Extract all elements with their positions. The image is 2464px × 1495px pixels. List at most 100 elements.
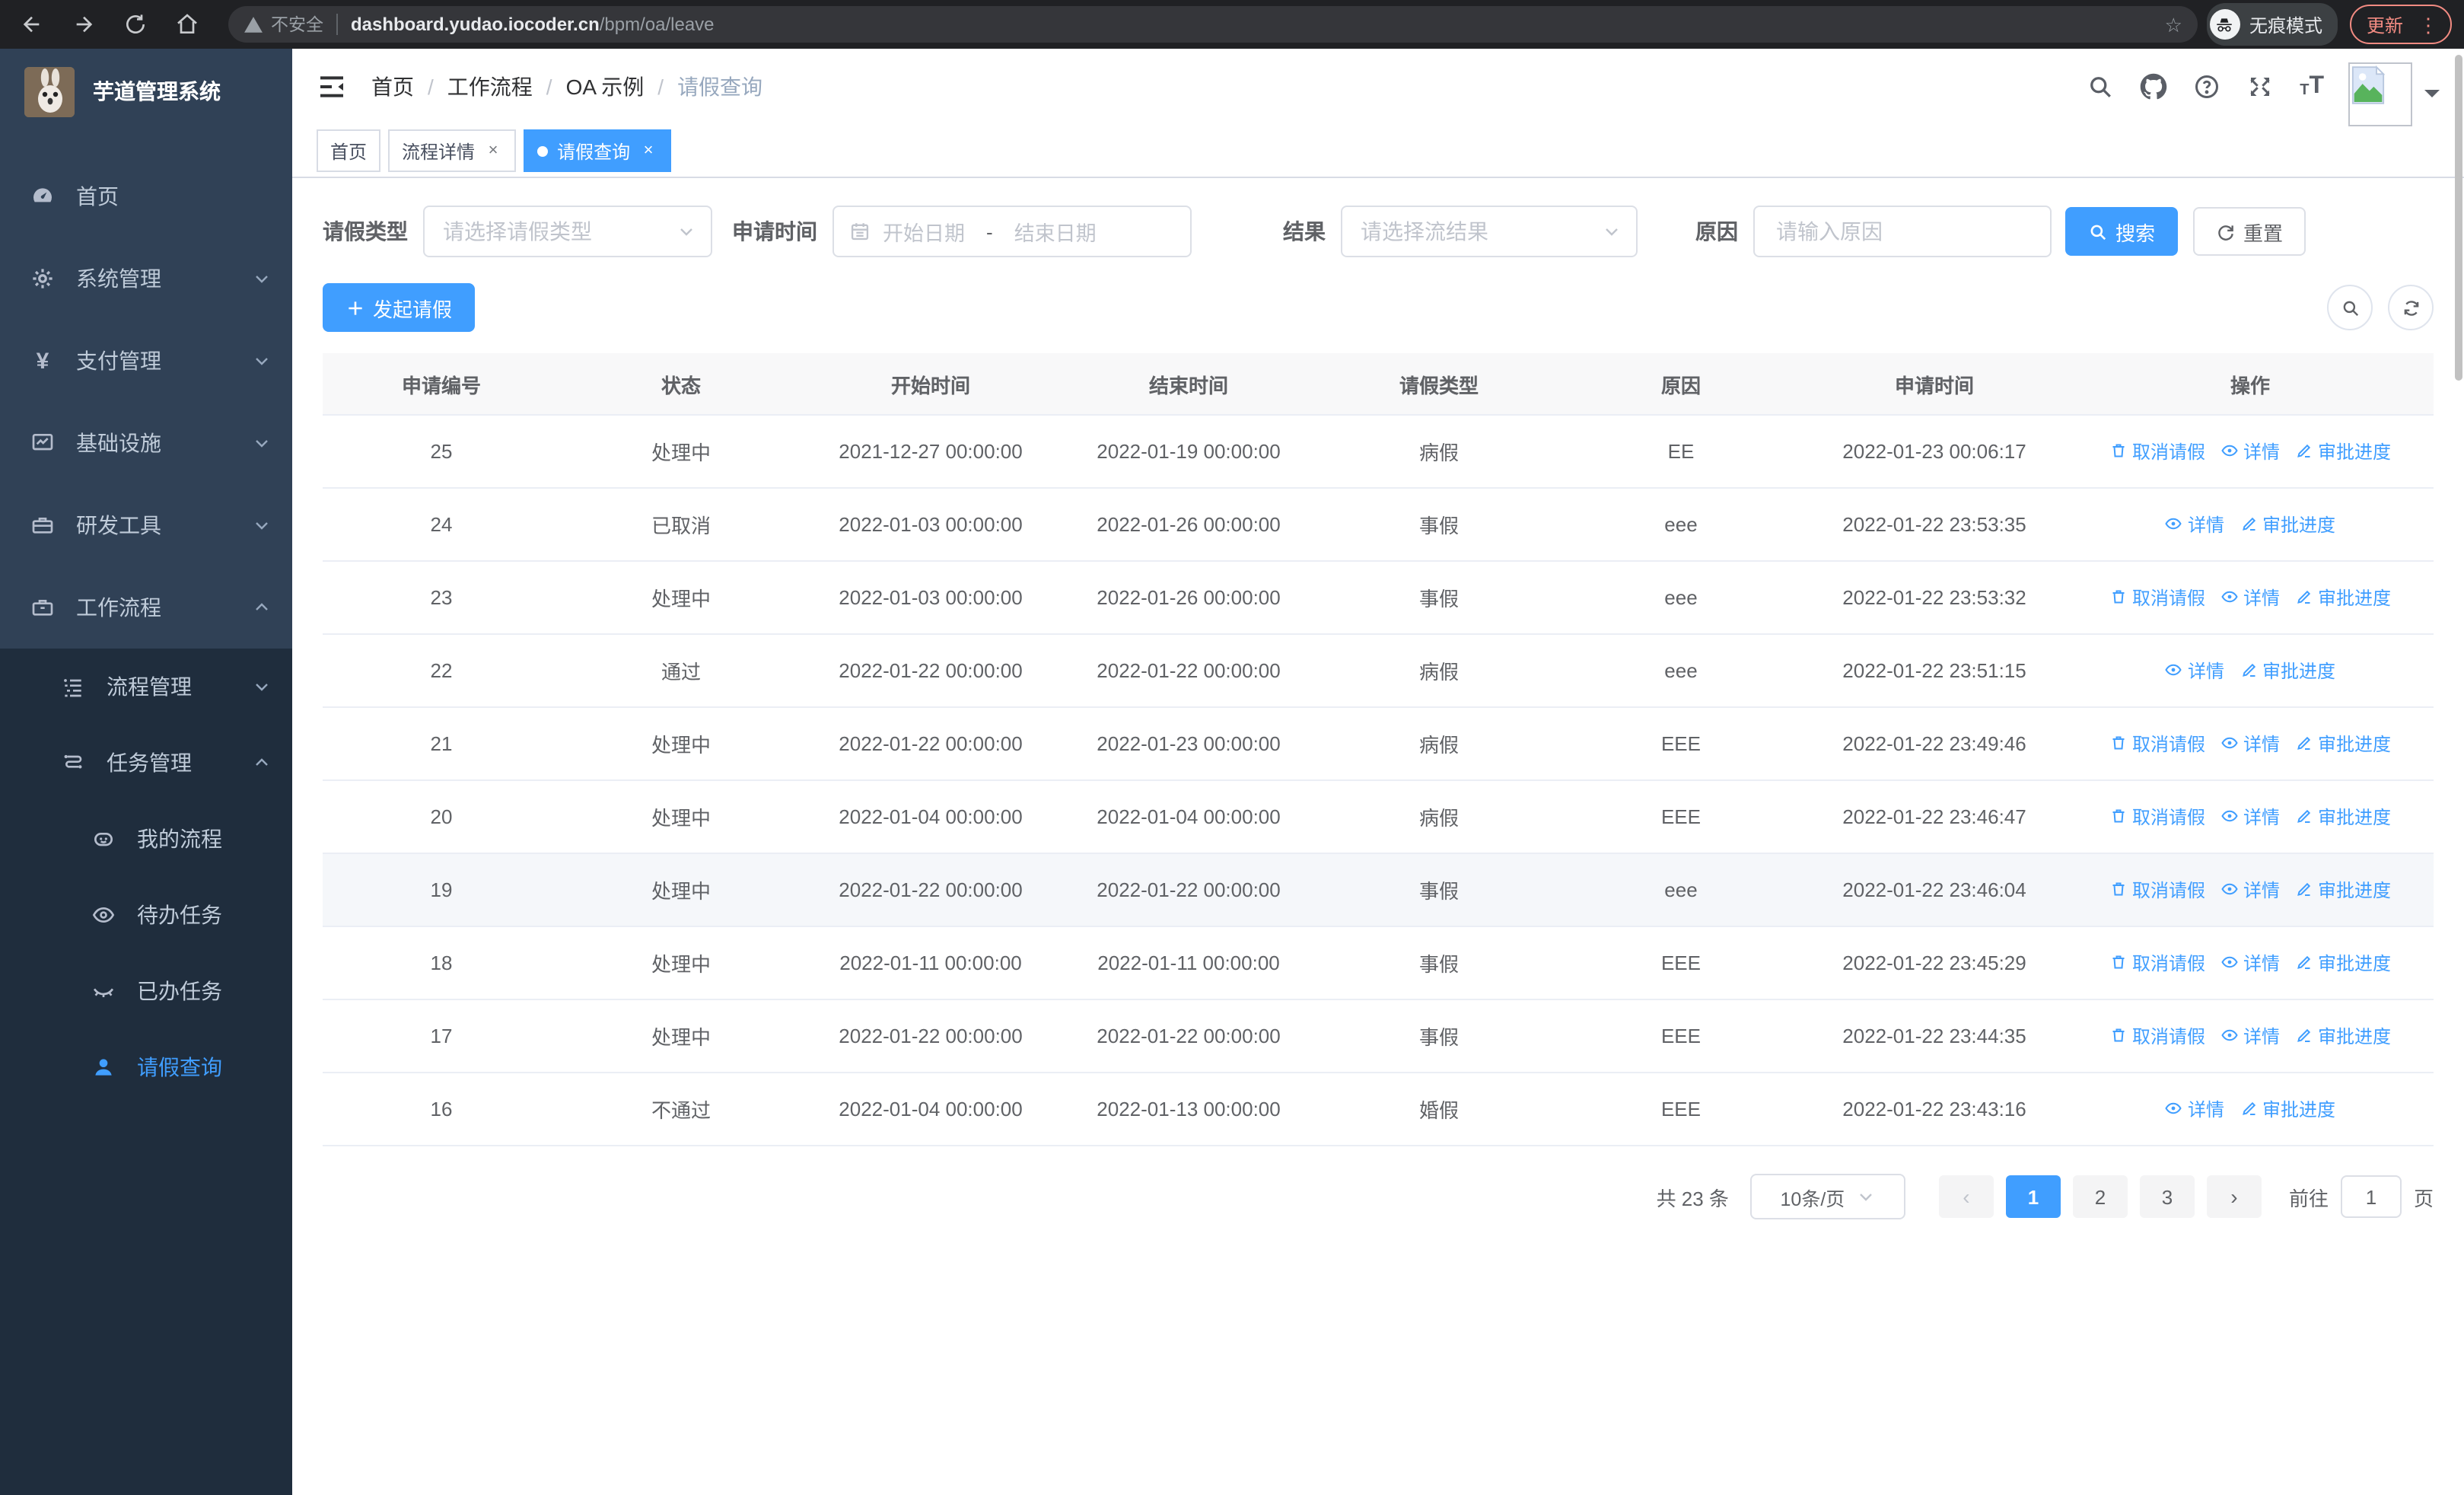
- breadcrumb-oa-example[interactable]: OA 示例: [566, 72, 645, 102]
- sidebar-item-done-tasks[interactable]: 已办任务: [0, 953, 292, 1029]
- bookmark-star-icon[interactable]: ☆: [2165, 14, 2182, 34]
- cell-apply-id: 25: [323, 415, 560, 489]
- sidebar-item-process-management[interactable]: 流程管理: [0, 649, 292, 725]
- action-detail-link[interactable]: 详情: [2220, 804, 2280, 830]
- browser-menu-icon[interactable]: ⋮: [2412, 14, 2444, 34]
- action-cancel-leave-link[interactable]: 取消请假: [2109, 585, 2205, 610]
- browser-home-icon[interactable]: [167, 5, 207, 44]
- sidebar-item-task-management[interactable]: 任务管理: [0, 725, 292, 801]
- action-progress-link[interactable]: 审批进度: [2240, 512, 2335, 537]
- browser-back-icon[interactable]: [12, 5, 52, 44]
- table-row: 18 处理中 2022-01-11 00:00:00 2022-01-11 00:00…: [323, 926, 2434, 1000]
- action-detail-link[interactable]: 详情: [2220, 585, 2280, 610]
- reason-input[interactable]: [1773, 218, 2032, 245]
- breadcrumb-home[interactable]: 首页: [371, 72, 414, 102]
- search-icon: [2342, 300, 2358, 316]
- tab-process-detail[interactable]: 流程详情 ×: [388, 129, 517, 172]
- action-progress-link[interactable]: 审批进度: [2295, 804, 2391, 830]
- page-button-3[interactable]: 3: [2139, 1175, 2195, 1218]
- cell-apply-time: 2022-01-22 23:46:47: [1802, 780, 2067, 854]
- eye-icon: [2221, 738, 2238, 749]
- page-size-select[interactable]: 10条/页: [1749, 1174, 1905, 1219]
- app-logo-row[interactable]: 芋道管理系统: [0, 49, 292, 134]
- action-progress-link[interactable]: 审批进度: [2295, 731, 2391, 757]
- reset-button[interactable]: 重置: [2193, 207, 2306, 256]
- sidebar-item-workflow[interactable]: 工作流程: [0, 566, 292, 649]
- github-icon[interactable]: [2140, 73, 2167, 100]
- sidebar-item-leave-query[interactable]: 请假查询: [0, 1029, 292, 1105]
- url-path[interactable]: /bpm/oa/leave: [600, 14, 715, 35]
- apply-time-range-picker[interactable]: 开始日期 - 结束日期: [832, 206, 1192, 257]
- action-progress-link[interactable]: 审批进度: [2295, 585, 2391, 610]
- help-icon[interactable]: [2193, 73, 2220, 100]
- fullscreen-icon[interactable]: [2246, 73, 2274, 100]
- action-detail-link[interactable]: 详情: [2165, 512, 2224, 537]
- action-cancel-leave-link[interactable]: 取消请假: [2109, 731, 2205, 757]
- end-date-placeholder[interactable]: 结束日期: [1014, 216, 1097, 247]
- search-button[interactable]: 搜索: [2065, 207, 2179, 256]
- action-detail-link[interactable]: 详情: [2220, 877, 2280, 903]
- page-scrollbar[interactable]: [2455, 55, 2462, 381]
- action-cancel-leave-link[interactable]: 取消请假: [2109, 950, 2205, 976]
- goto-page-input[interactable]: [2340, 1175, 2402, 1218]
- start-date-placeholder[interactable]: 开始日期: [883, 216, 965, 247]
- sidebar-item-my-process[interactable]: 我的流程: [0, 801, 292, 877]
- browser-reload-icon[interactable]: [116, 5, 155, 44]
- action-detail-link[interactable]: 详情: [2220, 950, 2280, 976]
- action-detail-link[interactable]: 详情: [2165, 658, 2224, 684]
- action-cancel-leave-link[interactable]: 取消请假: [2109, 877, 2205, 903]
- page-button-1[interactable]: 1: [2005, 1175, 2061, 1218]
- action-progress-link[interactable]: 审批进度: [2240, 658, 2335, 684]
- address-bar[interactable]: 不安全 dashboard.yudao.iocoder.cn /bpm/oa/l…: [228, 6, 2198, 43]
- leave-type-select[interactable]: 请选择请假类型: [423, 206, 712, 257]
- breadcrumb-workflow[interactable]: 工作流程: [447, 72, 533, 102]
- create-leave-button[interactable]: 发起请假: [323, 283, 476, 332]
- browser-update-button[interactable]: 更新 ⋮: [2349, 5, 2452, 44]
- action-progress-link[interactable]: 审批进度: [2295, 438, 2391, 464]
- eye-icon: [2221, 811, 2238, 822]
- cell-start-time: 2022-01-03 00:00:00: [802, 561, 1059, 635]
- update-label[interactable]: 更新: [2367, 11, 2403, 37]
- cell-apply-id: 24: [323, 488, 560, 562]
- trash-icon: [2112, 810, 2125, 823]
- browser-forward-icon[interactable]: [64, 5, 103, 44]
- action-progress-link[interactable]: 审批进度: [2295, 950, 2391, 976]
- action-detail-link[interactable]: 详情: [2220, 1023, 2280, 1049]
- tab-leave-query[interactable]: 请假查询 ×: [524, 129, 672, 172]
- sidebar-item-todo-tasks[interactable]: 待办任务: [0, 877, 292, 953]
- action-cancel-leave-link[interactable]: 取消请假: [2109, 1023, 2205, 1049]
- close-icon[interactable]: ×: [639, 142, 657, 160]
- prev-page-button[interactable]: ‹: [1938, 1175, 1994, 1218]
- show-search-toggle-button[interactable]: [2327, 285, 2373, 330]
- action-progress-link[interactable]: 审批进度: [2295, 877, 2391, 903]
- close-icon[interactable]: ×: [484, 142, 502, 160]
- avatar-caret-icon[interactable]: [2424, 90, 2440, 105]
- action-progress-link[interactable]: 审批进度: [2295, 1023, 2391, 1049]
- action-cancel-leave-link[interactable]: 取消请假: [2109, 804, 2205, 830]
- sidebar-collapse-icon[interactable]: [317, 72, 347, 102]
- font-size-icon[interactable]: TT: [2300, 74, 2324, 99]
- page-button-2[interactable]: 2: [2072, 1175, 2128, 1218]
- sidebar-item-infrastructure[interactable]: 基础设施: [0, 402, 292, 484]
- search-icon[interactable]: [2087, 73, 2114, 100]
- action-detail-link[interactable]: 详情: [2220, 731, 2280, 757]
- cell-leave-type: 病假: [1318, 780, 1560, 854]
- incognito-label: 无痕模式: [2249, 14, 2322, 36]
- sidebar-item-home[interactable]: 首页: [0, 155, 292, 237]
- action-detail-link[interactable]: 详情: [2220, 438, 2280, 464]
- action-progress-link[interactable]: 审批进度: [2240, 1096, 2335, 1122]
- avatar[interactable]: [2348, 62, 2412, 126]
- result-select[interactable]: 请选择流结果: [1341, 206, 1638, 257]
- action-cancel-leave-link[interactable]: 取消请假: [2109, 438, 2205, 464]
- tab-home[interactable]: 首页: [317, 129, 381, 172]
- cell-leave-type: 病假: [1318, 415, 1560, 489]
- url-host[interactable]: dashboard.yudao.iocoder.cn: [351, 14, 600, 35]
- sidebar-item-payment[interactable]: ¥ 支付管理: [0, 320, 292, 402]
- table-row: 25 处理中 2021-12-27 00:00:00 2022-01-19 00:00…: [323, 415, 2434, 489]
- next-page-button[interactable]: ›: [2206, 1175, 2262, 1218]
- not-secure-label[interactable]: 不安全: [271, 12, 323, 37]
- refresh-table-button[interactable]: [2388, 285, 2434, 330]
- action-detail-link[interactable]: 详情: [2165, 1096, 2224, 1122]
- sidebar-item-system[interactable]: 系统管理: [0, 237, 292, 320]
- sidebar-item-devtools[interactable]: 研发工具: [0, 484, 292, 566]
